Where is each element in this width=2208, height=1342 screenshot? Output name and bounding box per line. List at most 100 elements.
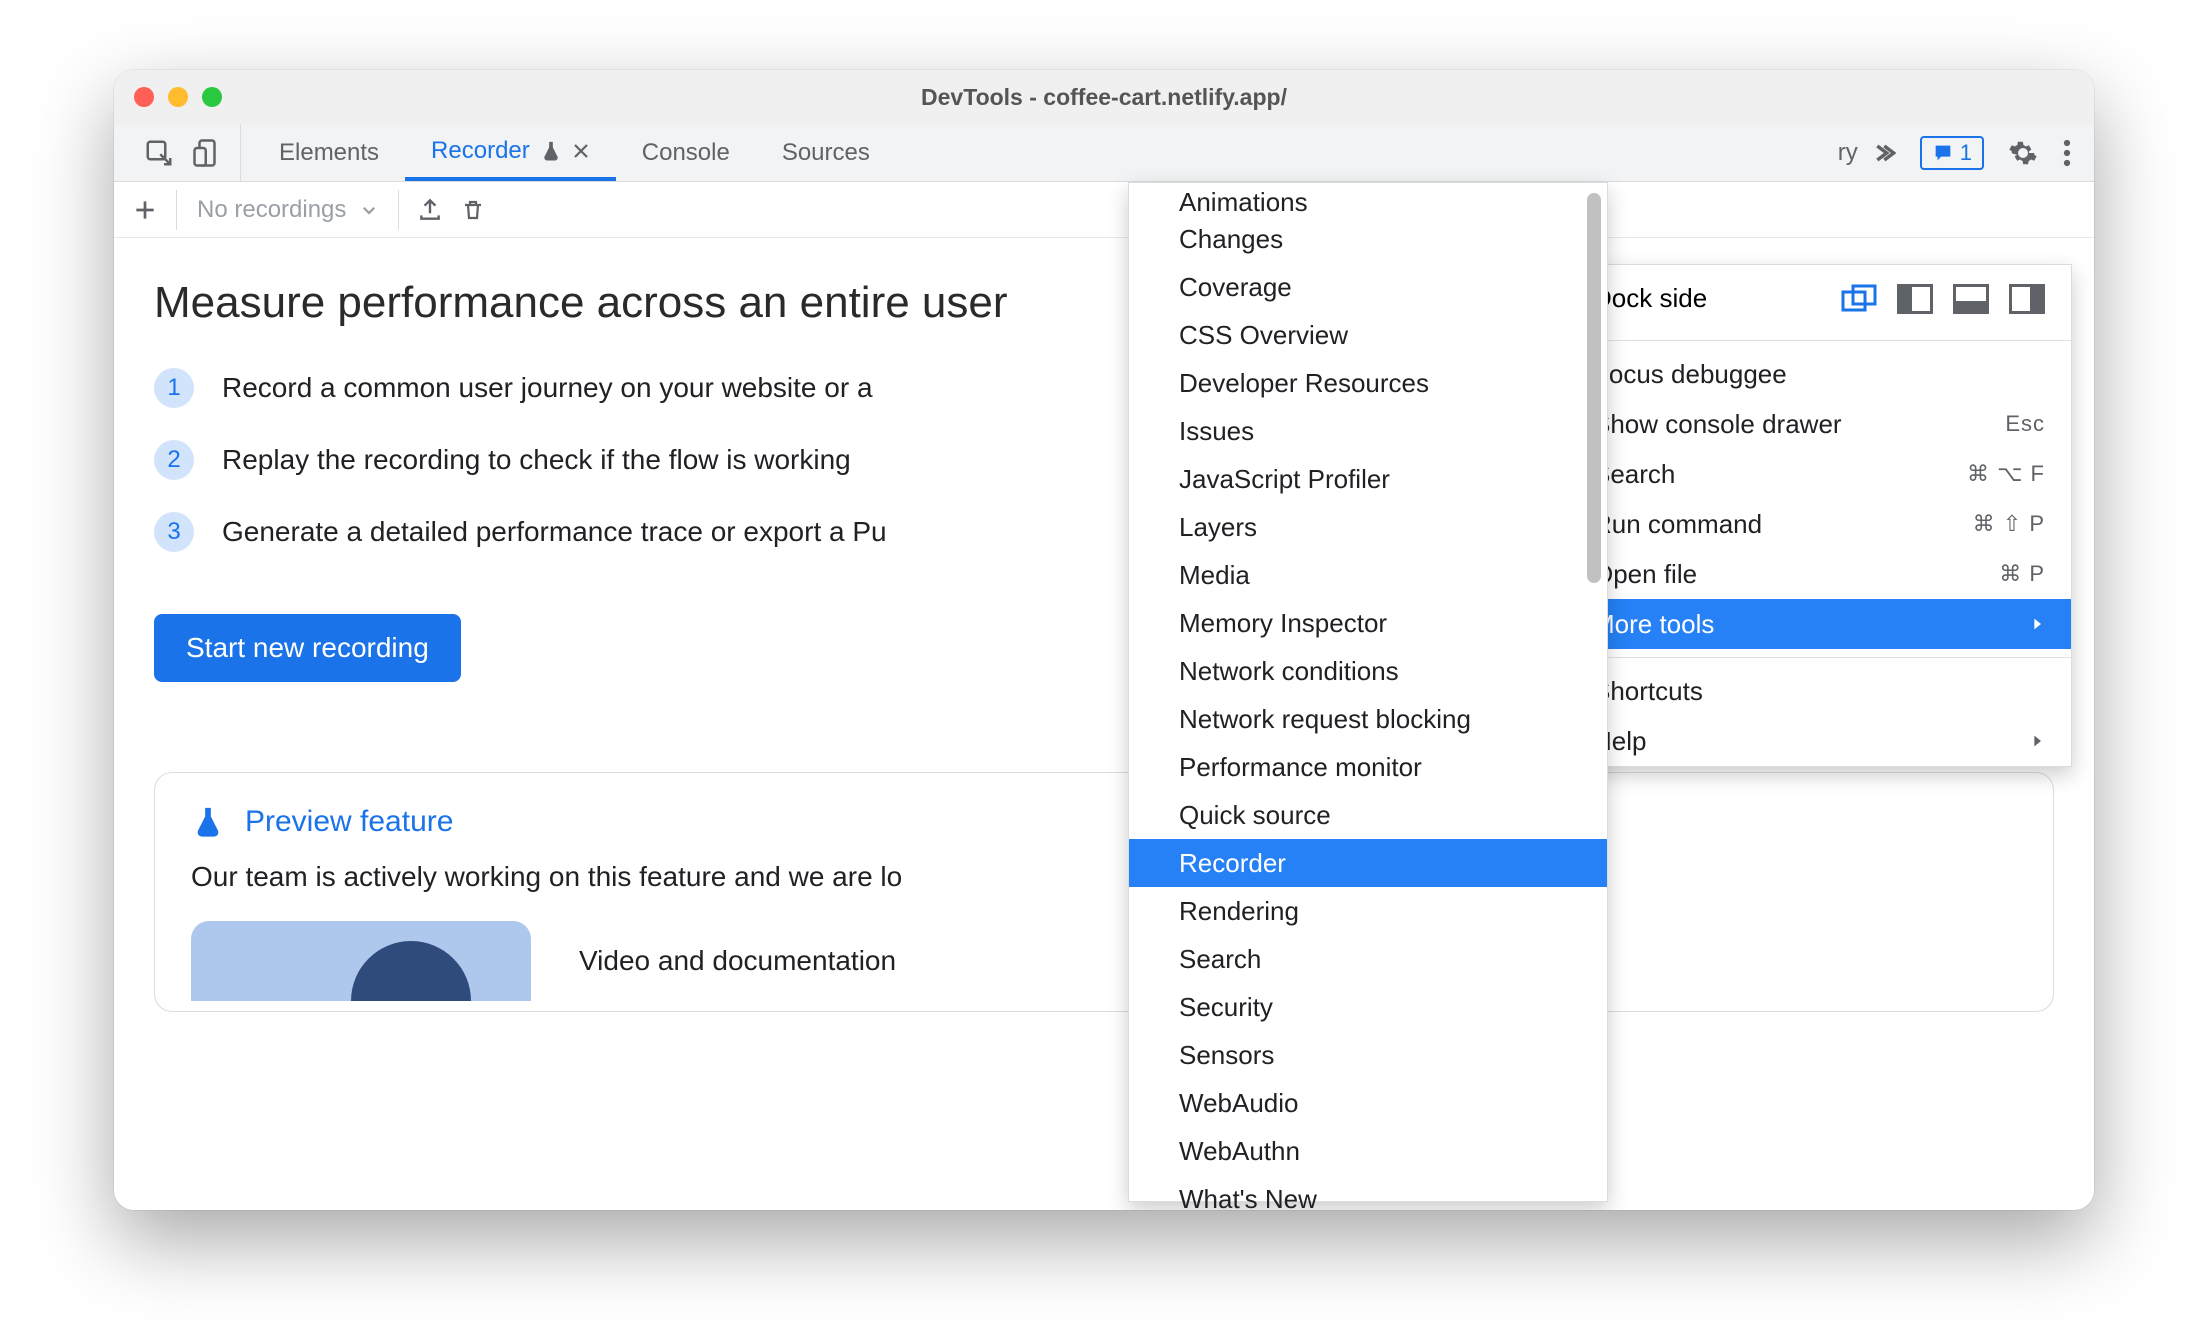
submenu-item-security[interactable]: Security [1129,983,1607,1031]
tab-sources[interactable]: Sources [756,124,896,181]
close-tab-icon[interactable] [572,142,590,160]
maximize-window-button[interactable] [202,87,222,107]
submenu-item-changes[interactable]: Changes [1129,215,1607,263]
device-toolbar-icon[interactable] [192,138,222,168]
submenu-item-label: CSS Overview [1179,320,1348,351]
submenu-item-network-request-blocking[interactable]: Network request blocking [1129,695,1607,743]
submenu-item-label: Quick source [1179,800,1331,831]
menu-item-label: Open file [1593,559,1697,590]
submenu-item-search[interactable]: Search [1129,935,1607,983]
main-context-menu: Dock side Focus debuggee Show console dra… [1566,264,2072,767]
submenu-item-what-s-new[interactable]: What's New [1129,1175,1607,1210]
issues-count: 1 [1960,140,1972,166]
menu-item-label: Focus debuggee [1593,359,1787,390]
menu-item-shortcuts[interactable]: Shortcuts [1567,666,2071,716]
preview-feature-card: Preview feature Our team is actively wor… [154,772,2054,1012]
submenu-item-label: Coverage [1179,272,1292,303]
submenu-item-issues[interactable]: Issues [1129,407,1607,455]
minimize-window-button[interactable] [168,87,188,107]
recordings-dropdown[interactable]: No recordings [176,190,399,230]
menu-item-label: More tools [1593,609,1714,640]
menu-item-search[interactable]: Search⌘ ⌥ F [1567,449,2071,499]
submenu-item-label: Memory Inspector [1179,608,1387,639]
tab-strip: Elements Recorder Console Sources ry 1 [114,124,2094,182]
submenu-item-media[interactable]: Media [1129,551,1607,599]
menu-item-label: Show console drawer [1593,409,1842,440]
step-number: 3 [154,512,194,552]
menu-item-focus-debuggee[interactable]: Focus debuggee [1567,349,2071,399]
submenu-item-javascript-profiler[interactable]: JavaScript Profiler [1129,455,1607,503]
submenu-item-label: Security [1179,992,1273,1023]
submenu-item-webauthn[interactable]: WebAuthn [1129,1127,1607,1175]
close-window-button[interactable] [134,87,154,107]
submenu-item-label: Recorder [1179,848,1286,879]
preview-body-text: Our team is actively working on this fea… [191,861,2017,893]
tab-console[interactable]: Console [616,124,756,181]
inspect-icon[interactable] [144,138,174,168]
tab-recorder[interactable]: Recorder [405,124,616,181]
submenu-item-css-overview[interactable]: CSS Overview [1129,311,1607,359]
add-recording-icon[interactable] [132,197,158,223]
menu-item-label: Run command [1593,509,1762,540]
tab-label: ry [1838,139,1858,167]
submenu-item-label: JavaScript Profiler [1179,464,1390,495]
tab-elements[interactable]: Elements [253,124,405,181]
menu-item-run-command[interactable]: Run command ⌘ ⇧ P [1567,499,2071,549]
recorder-toolbar: No recordings [114,182,2094,238]
settings-gear-icon[interactable] [2008,138,2038,168]
submenu-item-label: Issues [1179,416,1254,447]
flask-icon [191,805,225,839]
submenu-item-label: Search [1179,944,1261,975]
menu-item-open-file[interactable]: Open file ⌘ P [1567,549,2071,599]
submenu-item-developer-resources[interactable]: Developer Resources [1129,359,1607,407]
submenu-item-rendering[interactable]: Rendering [1129,887,1607,935]
issues-badge[interactable]: 1 [1920,136,1984,170]
submenu-item-layers[interactable]: Layers [1129,503,1607,551]
submenu-item-label: WebAudio [1179,1088,1299,1119]
step-number: 1 [154,368,194,408]
tab-label: Elements [279,139,379,167]
submenu-item-network-conditions[interactable]: Network conditions [1129,647,1607,695]
menu-item-more-tools[interactable]: More tools [1567,599,2071,649]
menu-shortcut: ⌘ ⇧ P [1973,511,2045,537]
menu-shortcut: ⌘ ⌥ F [1967,461,2045,487]
submenu-item-sensors[interactable]: Sensors [1129,1031,1607,1079]
window-title: DevTools - coffee-cart.netlify.app/ [114,84,2094,111]
export-icon[interactable] [417,197,443,223]
dock-bottom-icon[interactable] [1953,284,1989,314]
preview-doc-title: Video and documentation [579,945,896,977]
kebab-menu-icon[interactable] [2062,138,2072,168]
preview-thumbnail[interactable] [191,921,531,1001]
menu-item-show-console-drawer[interactable]: Show console drawerEsc [1567,399,2071,449]
tab-label: Sources [782,139,870,167]
dock-undock-icon[interactable] [1841,284,1877,314]
menu-shortcut: ⌘ P [1999,561,2045,587]
titlebar: DevTools - coffee-cart.netlify.app/ [114,70,2094,124]
submenu-item-label: Network request blocking [1179,704,1471,735]
submenu-item-animations[interactable]: Animations [1129,189,1607,215]
menu-separator [1567,657,2071,658]
delete-icon[interactable] [461,197,485,223]
devtools-window: DevTools - coffee-cart.netlify.app/ Elem… [114,70,2094,1210]
flask-icon [540,140,562,162]
step-text: Record a common user journey on your web… [222,372,873,404]
recordings-dropdown-label: No recordings [197,196,346,224]
submenu-item-performance-monitor[interactable]: Performance monitor [1129,743,1607,791]
submenu-item-memory-inspector[interactable]: Memory Inspector [1129,599,1607,647]
submenu-item-webaudio[interactable]: WebAudio [1129,1079,1607,1127]
submenu-item-label: WebAuthn [1179,1136,1300,1167]
dock-right-icon[interactable] [2009,284,2045,314]
dock-side-row: Dock side [1567,265,2071,332]
step-number: 2 [154,440,194,480]
submenu-item-label: Sensors [1179,1040,1274,1071]
chevron-down-icon [360,201,378,219]
menu-item-help[interactable]: Help [1567,716,2071,766]
submenu-item-coverage[interactable]: Coverage [1129,263,1607,311]
submenu-item-quick-source[interactable]: Quick source [1129,791,1607,839]
tab-overflow-hint: ry [1828,124,1868,181]
submenu-scrollbar[interactable] [1587,193,1601,583]
more-tabs-icon[interactable] [1868,139,1896,167]
start-recording-button[interactable]: Start new recording [154,614,461,682]
dock-left-icon[interactable] [1897,284,1933,314]
submenu-item-recorder[interactable]: Recorder [1129,839,1607,887]
